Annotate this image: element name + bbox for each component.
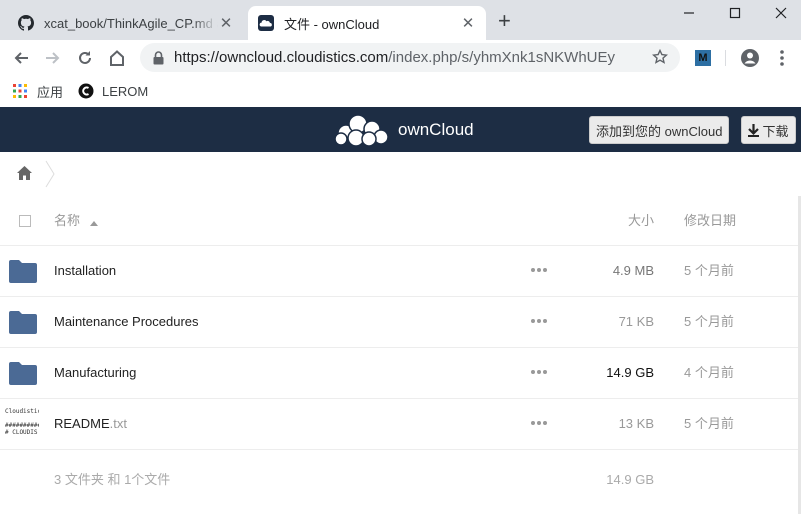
file-modified: 4 个月前 <box>684 365 734 380</box>
bookmarks-bar: 应用 LEROM <box>0 76 801 106</box>
file-summary: 3 文件夹 和 1个文件 14.9 GB <box>0 450 801 510</box>
browser-tab-github[interactable]: xcat_book/ThinkAgile_CP.md at master ✕ <box>8 6 244 40</box>
close-tab-icon[interactable]: ✕ <box>460 14 476 32</box>
file-name[interactable]: Manufacturing <box>54 348 136 398</box>
github-icon <box>18 15 34 31</box>
file-modified: 5 个月前 <box>684 314 734 329</box>
cloud-logo-icon <box>332 113 392 147</box>
add-to-owncloud-button[interactable]: 添加到您的 ownCloud <box>589 116 730 144</box>
bookmark-label: 应用 <box>37 84 64 100</box>
owncloud-logo: ownCloud <box>332 113 474 147</box>
sort-by-modified[interactable]: 修改日期 <box>684 196 736 246</box>
breadcrumb-separator-icon <box>45 160 55 188</box>
bookmark-lerom[interactable]: LEROM <box>78 82 148 100</box>
readme-thumbnail: Cloudistics ########## # CLOUDIS <box>5 408 39 436</box>
back-icon[interactable] <box>9 46 33 70</box>
home-icon[interactable] <box>105 46 129 70</box>
file-row[interactable]: Maintenance Procedures 71 KB 5 个月前 <box>0 297 801 348</box>
file-list-header: 名称 大小 修改日期 <box>0 196 801 246</box>
file-row[interactable]: Installation 4.9 MB 5 个月前 <box>0 246 801 297</box>
url-path: /index.php/s/yhmXnk1sNKWhUEy <box>388 49 616 66</box>
file-size: 4.9 MB <box>612 263 654 278</box>
folder-icon <box>9 311 37 337</box>
address-bar[interactable]: https://owncloud.cloudistics.com/index.p… <box>140 43 680 72</box>
browser-tab-bar: xcat_book/ThinkAgile_CP.md at master ✕ 文… <box>0 0 801 40</box>
file-actions-menu-icon[interactable] <box>531 268 547 272</box>
tab-title: xcat_book/ThinkAgile_CP.md at master <box>44 15 218 31</box>
breadcrumb <box>0 152 801 196</box>
file-row[interactable]: Cloudistics ########## # CLOUDIS README.… <box>0 399 801 450</box>
new-tab-button[interactable]: + <box>498 9 511 33</box>
bookmark-apps[interactable]: 应用 <box>13 82 63 100</box>
extension-icon[interactable]: M <box>692 46 714 70</box>
file-modified: 5 个月前 <box>684 263 734 278</box>
brand-name: ownCloud <box>398 120 474 139</box>
file-name[interactable]: Installation <box>54 246 116 296</box>
folder-icon <box>9 362 37 388</box>
close-window-icon[interactable] <box>758 0 801 26</box>
forward-icon[interactable] <box>41 46 65 70</box>
file-name[interactable]: Maintenance Procedures <box>54 297 199 347</box>
file-actions-menu-icon[interactable] <box>531 319 547 323</box>
download-icon <box>748 123 760 137</box>
bookmark-star-icon[interactable] <box>651 48 669 69</box>
maximize-icon[interactable] <box>712 0 758 26</box>
file-size: 13 KB <box>618 416 654 431</box>
file-size: 14.9 GB <box>606 365 654 380</box>
sort-by-name[interactable]: 名称 <box>54 196 98 247</box>
sort-by-size[interactable]: 大小 <box>628 196 654 246</box>
file-name[interactable]: README.txt <box>54 399 127 449</box>
owncloud-icon <box>258 15 274 31</box>
download-button[interactable]: 下载 <box>741 116 796 144</box>
reload-icon[interactable] <box>73 46 97 70</box>
lock-icon[interactable] <box>153 50 164 65</box>
toolbar-divider <box>725 50 726 66</box>
tab-title: 文件 - ownCloud <box>284 16 380 32</box>
file-size: 71 KB <box>618 314 654 329</box>
file-modified: 5 个月前 <box>684 416 734 431</box>
profile-avatar-icon[interactable] <box>738 46 762 70</box>
minimize-icon[interactable] <box>666 0 712 26</box>
summary-size: 14.9 GB <box>606 472 654 487</box>
file-list: 名称 大小 修改日期 Installation 4.9 MB 5 个月前 Mai… <box>0 196 801 510</box>
file-actions-menu-icon[interactable] <box>531 370 547 374</box>
owncloud-header: ownCloud 添加到您的 ownCloud 下载 <box>0 107 801 152</box>
select-all-checkbox[interactable] <box>19 215 31 227</box>
url-host: https://owncloud.cloudistics.com <box>174 49 389 66</box>
summary-count: 3 文件夹 和 1个文件 <box>54 472 171 487</box>
browser-tab-owncloud[interactable]: 文件 - ownCloud ✕ <box>248 6 486 40</box>
bookmark-label: LEROM <box>102 83 149 99</box>
apps-grid-icon <box>13 84 27 98</box>
lerom-icon <box>78 83 94 99</box>
close-tab-icon[interactable]: ✕ <box>218 14 234 32</box>
file-extension: .txt <box>109 416 127 431</box>
browser-toolbar: https://owncloud.cloudistics.com/index.p… <box>0 40 801 76</box>
menu-kebab-icon[interactable] <box>770 46 794 70</box>
sort-ascending-icon <box>89 197 98 247</box>
download-label: 下载 <box>762 123 789 139</box>
file-actions-menu-icon[interactable] <box>531 421 547 425</box>
breadcrumb-home-icon[interactable] <box>17 166 32 180</box>
file-row[interactable]: Manufacturing 14.9 GB 4 个月前 <box>0 348 801 399</box>
folder-icon <box>9 260 37 286</box>
